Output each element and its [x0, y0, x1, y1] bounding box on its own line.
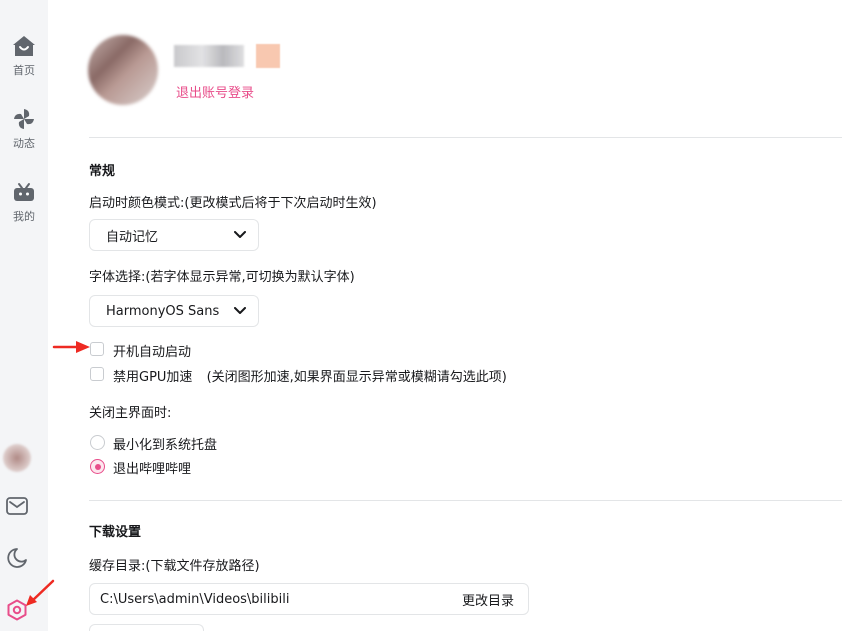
download-section-title: 下载设置: [89, 525, 142, 540]
color-mode-select[interactable]: 自动记忆: [89, 219, 259, 251]
color-mode-value: 自动记忆: [106, 229, 159, 245]
disable-gpu-checkbox[interactable]: [90, 367, 104, 381]
font-label: 字体选择:(若字体显示异常,可切换为默认字体): [89, 270, 355, 285]
cache-dir-path: C:\Users\admin\Videos\bilibili: [100, 591, 290, 607]
disable-gpu-label[interactable]: 禁用GPU加速 (关闭图形加速,如果界面显示异常或模糊请勾选此项): [113, 366, 507, 385]
general-section-title: 常规: [89, 164, 116, 179]
nav-mine-label: 我的: [13, 210, 35, 223]
nav-dynamic-label: 动态: [13, 137, 35, 150]
divider: [89, 137, 842, 138]
avatar-image: [3, 444, 31, 472]
font-value: HarmonyOS Sans: [106, 303, 220, 319]
tv-icon: [12, 180, 36, 204]
divider: [89, 500, 842, 501]
chevron-down-icon: [234, 228, 246, 243]
sidebar: 首页 动态 我的: [0, 0, 48, 631]
nav-home[interactable]: 首页: [0, 34, 48, 78]
color-mode-label: 启动时颜色模式:(更改模式后将于下次启动时生效): [89, 196, 377, 211]
autostart-checkbox[interactable]: [90, 342, 104, 356]
partial-button-below[interactable]: [89, 624, 204, 631]
cache-dir-label: 缓存目录:(下载文件存放路径): [89, 559, 260, 574]
main-panel: 退出账号登录 常规 启动时颜色模式:(更改模式后将于下次启动时生效) 自动记忆 …: [48, 0, 842, 631]
radio-exit-app-label[interactable]: 退出哔哩哔哩: [113, 458, 191, 477]
mail-button[interactable]: [0, 491, 34, 525]
logout-link[interactable]: 退出账号登录: [176, 82, 254, 101]
nav-home-label: 首页: [13, 64, 35, 77]
user-avatar: [88, 35, 158, 105]
avatar[interactable]: [0, 441, 34, 475]
disable-gpu-hint: (关闭图形加速,如果界面显示异常或模糊请勾选此项): [206, 370, 507, 385]
level-badge: [256, 44, 280, 68]
autostart-label[interactable]: 开机自动启动: [113, 341, 191, 360]
font-select[interactable]: HarmonyOS Sans: [89, 295, 259, 327]
radio-exit-app[interactable]: [90, 459, 105, 474]
annotation-arrow-autostart: [52, 341, 90, 353]
theme-button[interactable]: [0, 543, 34, 577]
home-icon: [12, 34, 36, 58]
close-behavior-label: 关闭主界面时:: [89, 406, 172, 421]
nav-dynamic[interactable]: 动态: [0, 107, 48, 151]
nav-mine[interactable]: 我的: [0, 180, 48, 224]
cache-dir-field: C:\Users\admin\Videos\bilibili 更改目录: [89, 583, 529, 615]
username-blurred: [174, 45, 244, 67]
change-dir-button[interactable]: 更改目录: [462, 590, 514, 609]
radio-minimize-to-tray[interactable]: [90, 435, 105, 450]
radio-minimize-to-tray-label[interactable]: 最小化到系统托盘: [113, 434, 217, 453]
pinwheel-icon: [12, 107, 36, 131]
chevron-down-icon: [234, 304, 246, 319]
moon-icon: [6, 547, 28, 573]
settings-window: 首页 动态 我的 退出账号登录 常规 启动时颜色模式:(更改模式后将于下次启动时…: [0, 0, 842, 631]
disable-gpu-label-text: 禁用GPU加速: [113, 370, 193, 385]
mail-icon: [6, 497, 28, 519]
